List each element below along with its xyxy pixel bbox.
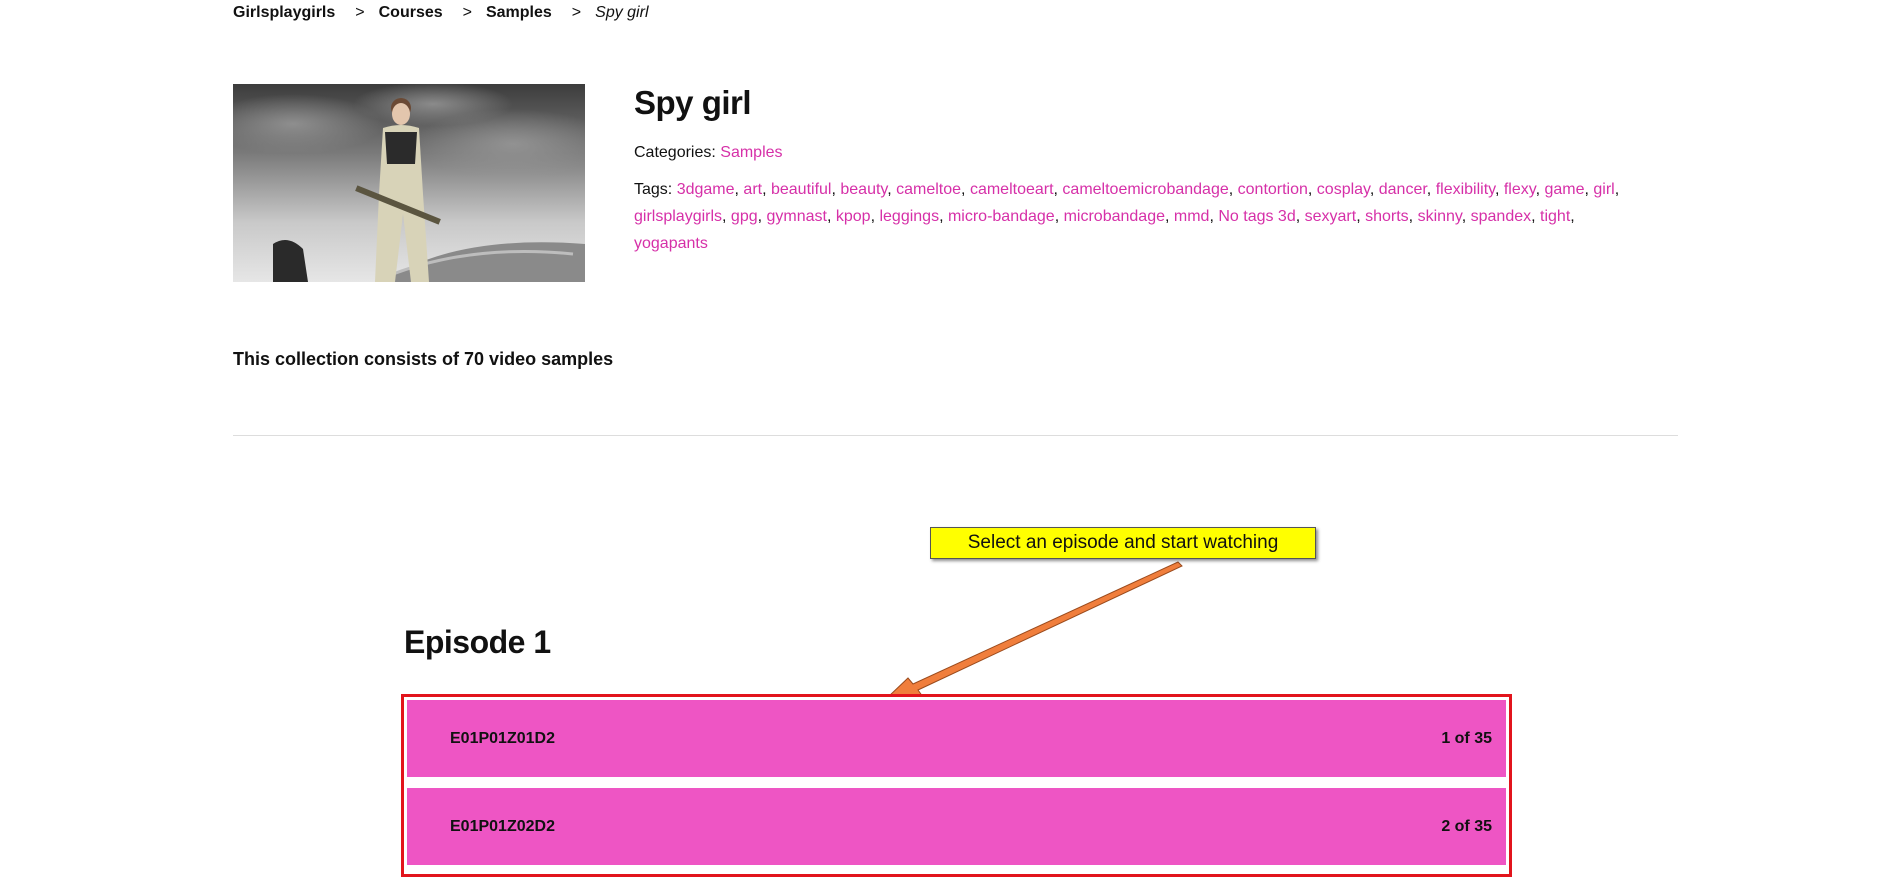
episode-item-name: E01P01Z01D2	[450, 729, 555, 747]
tag-link[interactable]: yogapants	[634, 235, 708, 252]
tag-link[interactable]: gymnast	[767, 208, 827, 225]
callout-note: Select an episode and start watching	[930, 527, 1316, 559]
course-thumbnail	[233, 84, 585, 282]
tag-link[interactable]: cameltoemicrobandage	[1062, 181, 1228, 198]
tag-link[interactable]: art	[743, 181, 762, 198]
tag-link[interactable]: cameltoeart	[970, 181, 1054, 198]
tag-link[interactable]: girl	[1593, 181, 1614, 198]
episode-item-name: E01P01Z02D2	[450, 817, 555, 835]
tag-link[interactable]: flexibility	[1436, 181, 1495, 198]
tag-link[interactable]: micro-bandage	[948, 208, 1055, 225]
episode-title: Episode 1	[404, 624, 551, 660]
tag-link[interactable]: mmd	[1174, 208, 1210, 225]
tag-link[interactable]: beautiful	[771, 181, 832, 198]
tag-link[interactable]: No tags 3d	[1218, 208, 1295, 225]
tag-link[interactable]: gpg	[731, 208, 758, 225]
tag-link[interactable]: cameltoe	[896, 181, 961, 198]
tag-link[interactable]: flexy	[1504, 181, 1536, 198]
breadcrumb-separator: >	[462, 4, 472, 21]
breadcrumb: Girlsplaygirls > Courses > Samples > Spy…	[233, 4, 649, 22]
tag-link[interactable]: kpop	[836, 208, 871, 225]
categories-line: Categories: Samples	[634, 144, 783, 162]
tag-link[interactable]: 3dgame	[677, 181, 735, 198]
breadcrumb-girlsplaygirls[interactable]: Girlsplaygirls	[233, 4, 335, 22]
tag-link[interactable]: contortion	[1238, 181, 1308, 198]
tag-link[interactable]: shorts	[1365, 208, 1409, 225]
section-divider	[233, 435, 1678, 436]
breadcrumb-samples[interactable]: Samples	[486, 4, 552, 22]
tags-line: Tags: 3dgame, art, beautiful, beauty, ca…	[634, 181, 1620, 252]
breadcrumb-separator: >	[355, 4, 365, 21]
episode-item-count: 1 of 35	[1441, 729, 1492, 747]
breadcrumb-separator: >	[571, 4, 582, 21]
tag-link[interactable]: dancer	[1379, 181, 1427, 198]
episode-list: E01P01Z01D2 1 of 35 E01P01Z02D2 2 of 35	[401, 694, 1512, 877]
tag-link[interactable]: spandex	[1471, 208, 1532, 225]
tag-link[interactable]: microbandage	[1064, 208, 1165, 225]
tag-link[interactable]: skinny	[1418, 208, 1462, 225]
episode-item-2[interactable]: E01P01Z02D2 2 of 35	[407, 788, 1506, 865]
breadcrumb-current: Spy girl	[595, 4, 649, 21]
tag-link[interactable]: beauty	[840, 181, 887, 198]
tag-link[interactable]: sexyart	[1305, 208, 1357, 225]
tags-label: Tags:	[634, 181, 673, 198]
tag-link[interactable]: cosplay	[1317, 181, 1370, 198]
collection-summary: This collection consists of 70 video sam…	[233, 349, 614, 369]
tag-link[interactable]: girlsplaygirls	[634, 208, 722, 225]
category-link[interactable]: Samples	[720, 144, 782, 161]
breadcrumb-courses[interactable]: Courses	[379, 4, 443, 22]
categories-label: Categories:	[634, 144, 716, 161]
episode-item-1[interactable]: E01P01Z01D2 1 of 35	[407, 700, 1506, 777]
course-title: Spy girl	[634, 84, 752, 121]
tag-link[interactable]: leggings	[879, 208, 939, 225]
tag-link[interactable]: tight	[1540, 208, 1570, 225]
episode-item-count: 2 of 35	[1441, 817, 1492, 835]
tag-link[interactable]: game	[1544, 181, 1584, 198]
